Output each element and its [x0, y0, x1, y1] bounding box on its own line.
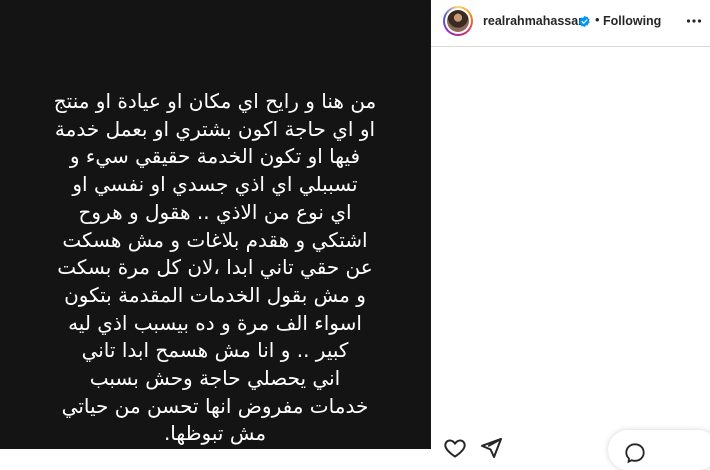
side-panel: realrahmahassan • Following [431, 0, 710, 470]
caption-line: عن حقي تاني ابدا ،لان كل مرة بسكت [57, 255, 373, 280]
verified-badge-icon [579, 15, 590, 28]
more-options-icon[interactable] [686, 18, 702, 24]
paper-plane-icon[interactable] [479, 436, 503, 460]
heart-icon[interactable] [443, 436, 467, 460]
following-button[interactable]: Following [603, 14, 661, 28]
caption-line: اي نوع من الاذي .. هقول و هروح [78, 199, 352, 224]
avatar-ring [445, 8, 471, 34]
message-bubble-icon [625, 443, 645, 464]
caption-line: اني يحصلي حاجة وحش بسبب [89, 366, 341, 391]
username-link[interactable]: realrahmahassan [483, 14, 586, 28]
post-header: realrahmahassan • Following [431, 0, 710, 47]
avatar-photo [447, 10, 469, 32]
caption-line: مش تبوظها. [163, 421, 267, 446]
caption-line: او اي حاجة اكون بشتري او بعمل خدمة [54, 116, 376, 141]
caption-line: و مش بقول الخدمات المقدمة بتكون [64, 282, 366, 307]
separator-dot: • [595, 12, 600, 27]
caption-text: من هنا و رايح اي مكان او عيادة او منتج او… [24, 88, 406, 448]
avatar[interactable] [443, 6, 473, 36]
caption-line: خدمات مفروض انها تحسن من حياتي [61, 393, 369, 418]
caption-line: كبير .. و انا مش هسمح ابدا تاني [81, 338, 349, 363]
messages-button[interactable] [608, 430, 710, 470]
caption-line: اسواء الف مرة و ده بيسبب اذي ليه [68, 310, 362, 335]
caption-line: اشتكي و هقدم بلاغات و مش هسكت [62, 227, 368, 252]
caption-line: فيها او تكون الخدمة حقيقي سيء و [69, 144, 361, 169]
post-media: من هنا و رايح اي مكان او عيادة او منتج او… [0, 0, 431, 449]
caption-line: من هنا و رايح اي مكان او عيادة او منتج [53, 89, 377, 113]
caption-line: تسببلي اي اذي جسدي او نفسي او [72, 172, 358, 197]
